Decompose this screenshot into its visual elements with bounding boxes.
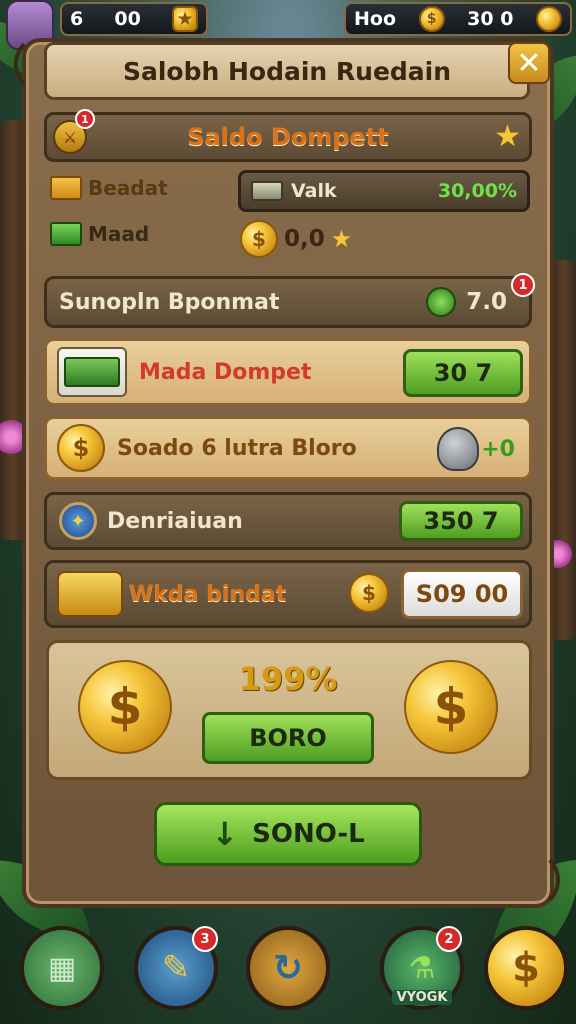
notification-badge: 3 bbox=[192, 926, 218, 952]
wkda-row[interactable]: Wkda bindat $ S09 00 bbox=[44, 560, 532, 628]
bill-icon bbox=[251, 181, 283, 201]
beadat-row: Beadat bbox=[50, 176, 168, 200]
nav-refresh-button[interactable]: ↻ bbox=[246, 926, 330, 1010]
notification-badge: 2 bbox=[436, 926, 462, 952]
envelope-icon bbox=[50, 176, 82, 200]
gold-bars-icon bbox=[57, 571, 123, 617]
panel-title: Salobh Hodain Ruedain bbox=[44, 42, 530, 100]
feather-icon: ✎ bbox=[161, 948, 191, 988]
hud-right-label: Hoo bbox=[354, 8, 397, 30]
arrow-down-icon: ↓ bbox=[211, 815, 239, 853]
hud-right-value: 30 0 bbox=[467, 8, 514, 30]
notification-badge: 1 bbox=[75, 109, 95, 129]
soado-value: +0 bbox=[481, 436, 515, 462]
big-gold-coin-icon: $ bbox=[404, 660, 498, 754]
hud-left-value-1: 6 bbox=[70, 8, 84, 30]
gold-coin-icon: $ bbox=[349, 573, 389, 613]
valk-value: 30,00% bbox=[437, 180, 517, 202]
bonus-button[interactable]: BORO bbox=[202, 712, 374, 764]
maad-label: Maad bbox=[88, 222, 150, 246]
valk-label: Valk bbox=[291, 180, 337, 202]
sunopln-value: 7.0 bbox=[466, 289, 507, 315]
cash-icon bbox=[50, 222, 82, 246]
soado-label: Soado 6 lutra Bloro bbox=[117, 435, 357, 461]
coin-amount-value: 0,0 bbox=[284, 226, 325, 252]
leaf-icon bbox=[426, 287, 457, 317]
gold-coin-icon bbox=[535, 6, 562, 32]
star-icon: ★ bbox=[330, 225, 353, 253]
compass-icon: ✦ bbox=[59, 502, 97, 540]
star-icon[interactable]: ★ bbox=[494, 119, 521, 154]
wallet-header-row: ⚔ 1 Saldo Dompett ★ bbox=[44, 109, 532, 162]
refresh-icon: ↻ bbox=[272, 947, 304, 989]
map-icon: ▦ bbox=[47, 950, 77, 986]
wallet-header-label: Saldo Dompett bbox=[187, 123, 389, 151]
ghost-icon bbox=[437, 427, 480, 471]
gold-coin-icon: $ bbox=[57, 424, 105, 472]
main-action-button[interactable]: ↓ SONO-L bbox=[154, 802, 422, 866]
beadat-label: Beadat bbox=[88, 176, 168, 200]
sunopln-label: Sunopln Bponmat bbox=[59, 289, 280, 315]
notification-badge: 1 bbox=[511, 273, 535, 297]
coin-amount: $ 0,0 ★ bbox=[240, 220, 352, 258]
gold-coin-icon: ★ bbox=[172, 6, 198, 32]
wkda-label: Wkda bindat bbox=[129, 581, 287, 607]
mada-row[interactable]: Mada Dompet 30 7 bbox=[44, 338, 532, 406]
bonus-percent: 199% bbox=[238, 660, 338, 698]
gold-coin-icon: $ bbox=[418, 6, 445, 32]
vine-decor bbox=[500, 850, 560, 910]
soado-row[interactable]: $ Soado 6 lutra Bloro +0 bbox=[44, 416, 532, 480]
nav-vyogk-label: VYOGK bbox=[392, 990, 452, 1005]
maad-row: Maad bbox=[50, 222, 149, 246]
mada-label: Mada Dompet bbox=[139, 359, 312, 385]
mada-value-button[interactable]: 30 7 bbox=[403, 349, 523, 397]
denriaiuan-label: Denriaiuan bbox=[107, 508, 243, 534]
valk-field[interactable]: Valk 30,00% bbox=[238, 170, 530, 212]
denriaiuan-row[interactable]: ✦ Denriaiuan 350 7 bbox=[44, 492, 532, 550]
big-gold-coin-icon: $ bbox=[78, 660, 172, 754]
tree-trunk-right bbox=[552, 260, 576, 640]
hud-currency-right[interactable]: Hoo $ 30 0 bbox=[344, 2, 572, 36]
hud-currency-left[interactable]: 6 00 ★ bbox=[60, 2, 208, 36]
dollar-icon: $ bbox=[512, 945, 540, 991]
nav-coin-button[interactable]: $ bbox=[484, 926, 568, 1010]
denriaiuan-value-button[interactable]: 350 7 bbox=[399, 501, 523, 541]
main-action-label: SONO-L bbox=[252, 819, 365, 849]
bottle-icon: ⚗ bbox=[408, 950, 436, 986]
hud-left-value-2: 00 bbox=[114, 8, 141, 30]
wkda-value-button[interactable]: S09 00 bbox=[401, 569, 523, 619]
nav-map-button[interactable]: ▦ bbox=[20, 926, 104, 1010]
cash-stack-icon bbox=[57, 347, 127, 397]
panel-title-text: Salobh Hodain Ruedain bbox=[122, 56, 452, 86]
close-icon: ✕ bbox=[516, 45, 542, 81]
close-button[interactable]: ✕ bbox=[508, 42, 550, 84]
sunopln-row[interactable]: Sunopln Bponmat 7.0 1 bbox=[44, 273, 535, 328]
gold-coin-icon: $ bbox=[240, 220, 278, 258]
